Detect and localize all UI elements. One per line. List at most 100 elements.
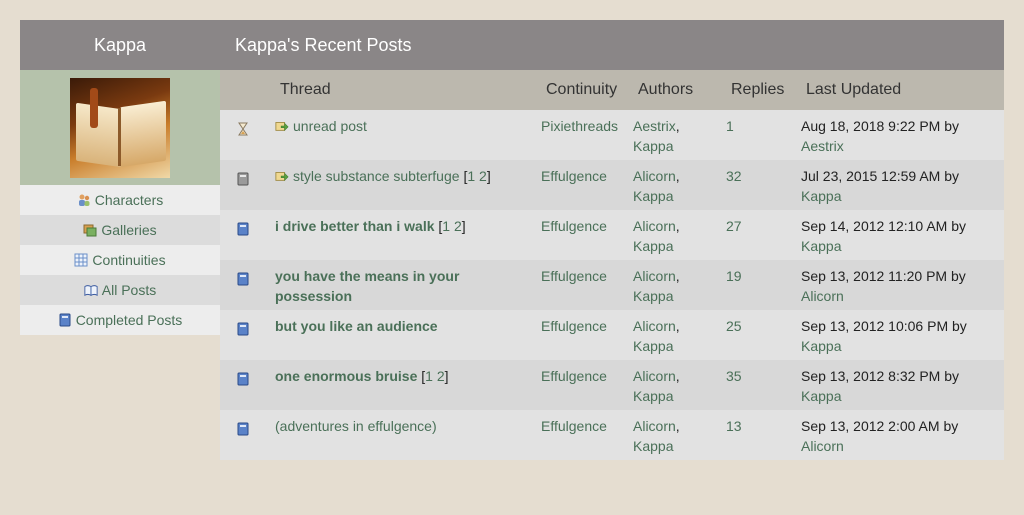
last-updated-cell: Jul 23, 2015 12:59 AM by Kappa [801, 166, 959, 206]
table-row: unread post Pixiethreads Aestrix, Kappa 1 Aug… [220, 110, 1004, 160]
replies-cell: 19 [726, 266, 742, 286]
author-link[interactable]: Alicorn [633, 368, 676, 384]
replies-cell: 1 [726, 116, 734, 136]
column-thread: Thread [280, 81, 331, 98]
thread-link[interactable]: one enormous bruise [275, 368, 417, 384]
replies-link[interactable]: 35 [726, 368, 742, 384]
author-link[interactable]: Aestrix [633, 118, 676, 134]
thread-cell: but you like an audience [275, 316, 525, 336]
page-link[interactable]: 2 [454, 218, 462, 234]
continuity-link[interactable]: Effulgence [541, 168, 607, 184]
thread-link[interactable]: unread post [293, 118, 367, 134]
author-link[interactable]: Alicorn [633, 168, 676, 184]
continuity-cell: Effulgence [541, 266, 607, 286]
posts-table: unread post Pixiethreads Aestrix, Kappa 1 Aug… [220, 110, 1004, 460]
page-links: [1 2] [421, 368, 449, 384]
hourglass-icon [236, 119, 250, 139]
author-link[interactable]: Kappa [633, 288, 673, 304]
thread-link[interactable]: i drive better than i walk [275, 218, 435, 234]
author-link[interactable]: Alicorn [633, 218, 676, 234]
continuity-link[interactable]: Pixiethreads [541, 118, 618, 134]
table-row: one enormous bruise [1 2] Effulgence Alico… [220, 360, 1004, 410]
characters-icon [78, 194, 90, 206]
unread-arrow-icon[interactable] [275, 119, 289, 133]
page-links: [1 2] [463, 168, 491, 184]
updated-by-link[interactable]: Kappa [801, 338, 841, 354]
authors-cell: Alicorn, Kappa [633, 268, 680, 304]
updated-by-link[interactable]: Alicorn [801, 438, 844, 454]
sidebar-item-continuities[interactable]: Continuities [20, 245, 220, 275]
table-row: but you like an audience Effulgence Alicor… [220, 310, 1004, 360]
updated-date: Sep 13, 2012 10:06 PM by [801, 318, 967, 334]
continuity-cell: Effulgence [541, 366, 607, 386]
unread-arrow-icon[interactable] [275, 169, 289, 183]
replies-link[interactable]: 27 [726, 218, 742, 234]
thread-link[interactable]: style substance subterfuge [293, 168, 460, 184]
avatar[interactable] [70, 77, 170, 178]
continuity-link[interactable]: Effulgence [541, 218, 607, 234]
author-link[interactable]: Alicorn [633, 418, 676, 434]
updated-by-link[interactable]: Kappa [801, 238, 841, 254]
page-link[interactable]: 1 [425, 368, 433, 384]
thread-link[interactable]: but you like an audience [275, 318, 438, 334]
last-updated-cell: Sep 13, 2012 10:06 PM by Kappa [801, 316, 967, 356]
page-link[interactable]: 2 [437, 368, 445, 384]
thread-cell: style substance subterfuge [1 2] [275, 166, 525, 186]
sidebar-item-label: Continuities [92, 252, 166, 268]
author-link[interactable]: Kappa [633, 388, 673, 404]
updated-by-link[interactable]: Aestrix [801, 138, 844, 154]
recent-posts-panel: Kappa's Recent Posts Thread Continuity A… [220, 20, 1004, 460]
table-row: (adventures in effulgence) Effulgence Alic… [220, 410, 1004, 460]
book-gray-icon [236, 169, 250, 189]
thread-link[interactable]: you have the means in your possession [275, 268, 459, 304]
updated-by-link[interactable]: Kappa [801, 388, 841, 404]
galleries-icon [83, 224, 97, 237]
updated-by-link[interactable]: Kappa [801, 188, 841, 204]
author-link[interactable]: Alicorn [633, 268, 676, 284]
thread-cell: unread post [275, 116, 525, 136]
table-row: style substance subterfuge [1 2] Effulgen… [220, 160, 1004, 210]
sidebar-nav: Characters Galleries Continuities All Po… [20, 185, 220, 335]
author-link[interactable]: Kappa [633, 438, 673, 454]
page-link[interactable]: 1 [467, 168, 475, 184]
continuity-link[interactable]: Effulgence [541, 318, 607, 334]
thread-cell: (adventures in effulgence) [275, 416, 525, 436]
page-link[interactable]: 2 [479, 168, 487, 184]
book-blue-icon [236, 319, 250, 339]
sidebar-item-completed-posts[interactable]: Completed Posts [20, 305, 220, 335]
author-link[interactable]: Kappa [633, 238, 673, 254]
thread-cell: i drive better than i walk [1 2] [275, 216, 525, 236]
thread-link[interactable]: (adventures in effulgence) [275, 418, 437, 434]
continuity-link[interactable]: Effulgence [541, 368, 607, 384]
page-link[interactable]: 1 [442, 218, 450, 234]
replies-link[interactable]: 32 [726, 168, 742, 184]
updated-date: Sep 13, 2012 2:00 AM by [801, 418, 959, 434]
last-updated-cell: Aug 18, 2018 9:22 PM by Aestrix [801, 116, 959, 156]
sidebar-title: Kappa [20, 20, 220, 70]
replies-link[interactable]: 13 [726, 418, 742, 434]
replies-cell: 13 [726, 416, 742, 436]
column-last-updated: Last Updated [806, 81, 902, 98]
continuity-link[interactable]: Effulgence [541, 418, 607, 434]
continuity-cell: Effulgence [541, 166, 607, 186]
book-closed-icon [59, 313, 71, 327]
sidebar-item-characters[interactable]: Characters [20, 185, 220, 215]
sidebar-item-all-posts[interactable]: All Posts [20, 275, 220, 305]
author-link[interactable]: Kappa [633, 338, 673, 354]
continuity-link[interactable]: Effulgence [541, 268, 607, 284]
book-open-icon [84, 285, 98, 297]
sidebar-item-galleries[interactable]: Galleries [20, 215, 220, 245]
replies-link[interactable]: 19 [726, 268, 742, 284]
sidebar: Kappa Characters Galleries Continuities … [20, 20, 220, 335]
author-link[interactable]: Kappa [633, 138, 673, 154]
updated-date: Sep 13, 2012 11:20 PM by [801, 268, 966, 284]
author-link[interactable]: Alicorn [633, 318, 676, 334]
updated-by-link[interactable]: Alicorn [801, 288, 844, 304]
replies-link[interactable]: 25 [726, 318, 742, 334]
book-blue-icon [236, 419, 250, 439]
replies-cell: 25 [726, 316, 742, 336]
author-link[interactable]: Kappa [633, 188, 673, 204]
updated-date: Jul 23, 2015 12:59 AM by [801, 168, 959, 184]
thread-cell: you have the means in your possession [275, 266, 525, 306]
replies-link[interactable]: 1 [726, 118, 734, 134]
